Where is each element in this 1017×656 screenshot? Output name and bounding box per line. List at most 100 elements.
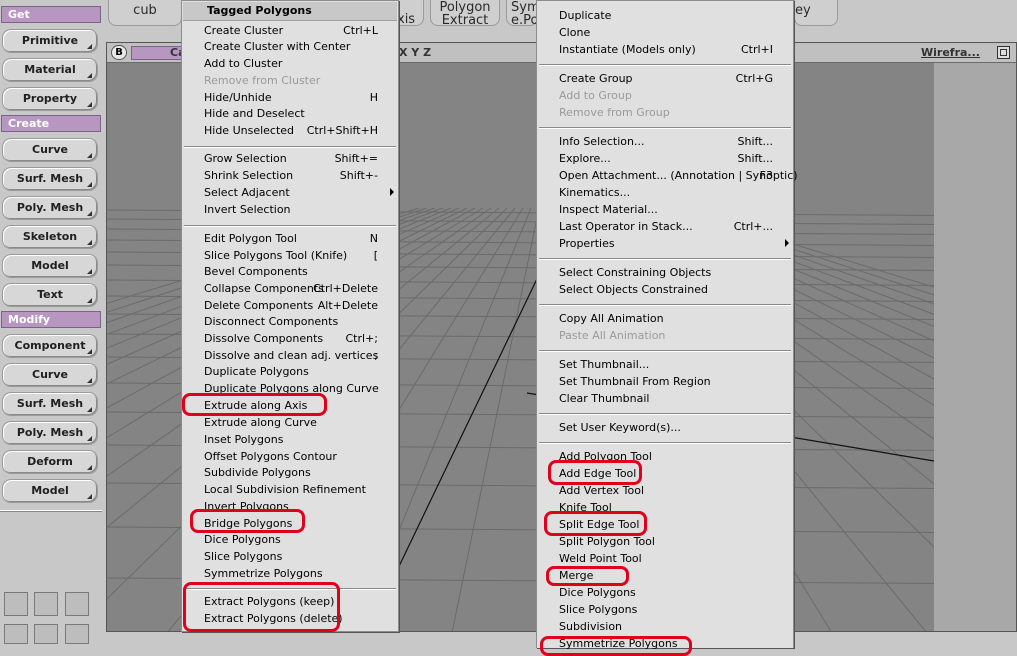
- menu-item-inset-polygons[interactable]: Inset Polygons: [204, 433, 283, 446]
- panel-button-create-text[interactable]: Text: [2, 283, 98, 307]
- menu-item-weld-point-tool[interactable]: Weld Point Tool: [559, 552, 642, 565]
- menu-item-disconnect-components[interactable]: Disconnect Components: [204, 315, 338, 328]
- menu-item-split-polygon-tool[interactable]: Split Polygon Tool: [559, 535, 655, 548]
- panel-button-label: Primitive: [21, 34, 79, 47]
- panel-button-modify-curve[interactable]: Curve: [2, 363, 98, 387]
- key-button[interactable]: ey: [794, 0, 838, 26]
- panel-button-modify-component[interactable]: Component: [2, 334, 98, 358]
- menu-item-dissolve-components[interactable]: Dissolve Components: [204, 332, 323, 345]
- menu-item-select-constraining-objects[interactable]: Select Constraining Objects: [559, 266, 711, 279]
- panel-button-create-curve[interactable]: Curve: [2, 138, 98, 162]
- panel-button-modify-surf-mesh[interactable]: Surf. Mesh: [2, 392, 98, 416]
- menu-item-inspect-material[interactable]: Inspect Material...: [559, 203, 658, 216]
- menu-item-hide-and-deselect[interactable]: Hide and Deselect: [204, 107, 305, 120]
- panel-button-get-material[interactable]: Material: [2, 58, 98, 82]
- panel-button-get-primitive[interactable]: Primitive: [2, 29, 98, 53]
- menu-item-symmetrize-polygons[interactable]: Symmetrize Polygons: [204, 567, 323, 580]
- polygon-extract-button[interactable]: Polygon Extract: [430, 0, 500, 27]
- axis-xyz-label[interactable]: X Y Z: [399, 46, 431, 59]
- section-header-get[interactable]: Get: [1, 6, 101, 23]
- menu-item-create-cluster-with-center[interactable]: Create Cluster with Center: [204, 40, 350, 53]
- section-header-create[interactable]: Create: [1, 115, 101, 132]
- menu-item-paste-all-animation[interactable]: Paste All Animation: [559, 329, 665, 342]
- menu-item-shrink-selection[interactable]: Shrink Selection: [204, 169, 293, 182]
- symmetrize-line2: e.Po: [511, 13, 539, 28]
- menu-item-kinematics[interactable]: Kinematics...: [559, 186, 630, 199]
- menu-item-add-vertex-tool[interactable]: Add Vertex Tool: [559, 484, 644, 497]
- section-header-modify[interactable]: Modify: [1, 311, 101, 328]
- layout-quad-view-icon[interactable]: [65, 624, 89, 644]
- panel-button-modify-deform[interactable]: Deform: [2, 450, 98, 474]
- submenu-corner-icon: [87, 349, 92, 354]
- menu-item-hide-unselected[interactable]: Hide Unselected: [204, 124, 294, 137]
- highlight-add-edge-tool: [548, 460, 642, 485]
- quad-view-icon[interactable]: [65, 592, 89, 616]
- menu-item-info-selection[interactable]: Info Selection...: [559, 135, 645, 148]
- layout-graph-view-icon[interactable]: [4, 624, 28, 644]
- cube-button[interactable]: cub: [108, 0, 182, 26]
- menu-item-copy-all-animation[interactable]: Copy All Animation: [559, 312, 664, 325]
- menu-item-select-objects-constrained[interactable]: Select Objects Constrained: [559, 283, 708, 296]
- menu-item-delete-components[interactable]: Delete Components: [204, 299, 313, 312]
- menu-item-invert-selection[interactable]: Invert Selection: [204, 203, 291, 216]
- menu-item-duplicate-polygons[interactable]: Duplicate Polygons: [204, 365, 309, 378]
- menu-item-subdivision[interactable]: Subdivision: [559, 620, 622, 633]
- menu-item-create-cluster[interactable]: Create Cluster: [204, 24, 283, 37]
- menu-item-bevel-components[interactable]: Bevel Components: [204, 265, 308, 278]
- menu-item-instantiate-models-only[interactable]: Instantiate (Models only): [559, 43, 696, 56]
- menu-shortcut: N: [369, 232, 378, 245]
- panel-button-label: Curve: [32, 143, 68, 156]
- maximize-viewport-icon[interactable]: [997, 46, 1010, 59]
- cube-button-label: cub: [133, 3, 157, 18]
- menu-item-slice-polygons[interactable]: Slice Polygons: [559, 603, 637, 616]
- menu-item-collapse-components[interactable]: Collapse Components: [204, 282, 324, 295]
- panel-button-label: Surf. Mesh: [16, 172, 84, 185]
- menu-item-extrude-along-curve[interactable]: Extrude along Curve: [204, 416, 317, 429]
- key-button-label: ey: [795, 3, 811, 18]
- menu-item-last-operator-in-stack[interactable]: Last Operator in Stack...: [559, 220, 693, 233]
- menu-item-dice-polygons[interactable]: Dice Polygons: [559, 586, 636, 599]
- menu-item-set-user-keyword-s[interactable]: Set User Keyword(s)...: [559, 421, 681, 434]
- menu-item-set-thumbnail-from-region[interactable]: Set Thumbnail From Region: [559, 375, 711, 388]
- panel-button-create-poly-mesh[interactable]: Poly. Mesh: [2, 196, 98, 220]
- panel-button-label: Poly. Mesh: [16, 201, 84, 214]
- graph-view-icon[interactable]: [4, 592, 28, 616]
- menu-item-select-adjacent[interactable]: Select Adjacent: [204, 186, 290, 199]
- menu-item-hide-unhide[interactable]: Hide/Unhide: [204, 91, 272, 104]
- menu-item-dissolve-and-clean-adj-vertices[interactable]: Dissolve and clean adj. vertices: [204, 349, 378, 362]
- menu-item-create-group[interactable]: Create Group: [559, 72, 633, 85]
- menu-item-local-subdivision-refinement[interactable]: Local Subdivision Refinement: [204, 483, 366, 496]
- menu-item-subdivide-polygons[interactable]: Subdivide Polygons: [204, 466, 311, 479]
- menu-item-dice-polygons[interactable]: Dice Polygons: [204, 533, 281, 546]
- viewport-b-label: B: [115, 47, 123, 58]
- menu-item-add-to-group[interactable]: Add to Group: [559, 89, 632, 102]
- panel-button-create-skeleton[interactable]: Skeleton: [2, 225, 98, 249]
- menu-item-explore[interactable]: Explore...: [559, 152, 611, 165]
- menu-item-slice-polygons-tool-knife[interactable]: Slice Polygons Tool (Knife): [204, 249, 347, 262]
- menu-item-properties[interactable]: Properties: [559, 237, 615, 250]
- panel-button-create-model[interactable]: Model: [2, 254, 98, 278]
- single-view-icon[interactable]: [34, 592, 58, 616]
- menu-item-duplicate[interactable]: Duplicate: [559, 9, 611, 22]
- display-mode-menu[interactable]: Wirefra...: [921, 46, 980, 59]
- menu-item-grow-selection[interactable]: Grow Selection: [204, 152, 287, 165]
- viewport-b-button[interactable]: B: [111, 45, 127, 60]
- menu-item-clone[interactable]: Clone: [559, 26, 590, 39]
- panel-button-get-property[interactable]: Property: [2, 87, 98, 111]
- panel-button-create-surf-mesh[interactable]: Surf. Mesh: [2, 167, 98, 191]
- panel-button-modify-model[interactable]: Model: [2, 479, 98, 503]
- panel-button-modify-poly-mesh[interactable]: Poly. Mesh: [2, 421, 98, 445]
- menu-item-offset-polygons-contour[interactable]: Offset Polygons Contour: [204, 450, 337, 463]
- menu-item-add-to-cluster[interactable]: Add to Cluster: [204, 57, 282, 70]
- menu-item-edit-polygon-tool[interactable]: Edit Polygon Tool: [204, 232, 297, 245]
- layout-single-view-icon[interactable]: [34, 624, 58, 644]
- menu-item-clear-thumbnail[interactable]: Clear Thumbnail: [559, 392, 649, 405]
- camera-selector[interactable]: Ca: [131, 46, 186, 60]
- menu-item-remove-from-group[interactable]: Remove from Group: [559, 106, 670, 119]
- highlight-split-edge-tool: [544, 511, 647, 536]
- menu-item-slice-polygons[interactable]: Slice Polygons: [204, 550, 282, 563]
- highlight-extrude-along-axis: [182, 393, 327, 416]
- menu-item-remove-from-cluster[interactable]: Remove from Cluster: [204, 74, 320, 87]
- symmetrize-button[interactable]: Sym e.Po: [506, 0, 540, 28]
- menu-item-set-thumbnail[interactable]: Set Thumbnail...: [559, 358, 649, 371]
